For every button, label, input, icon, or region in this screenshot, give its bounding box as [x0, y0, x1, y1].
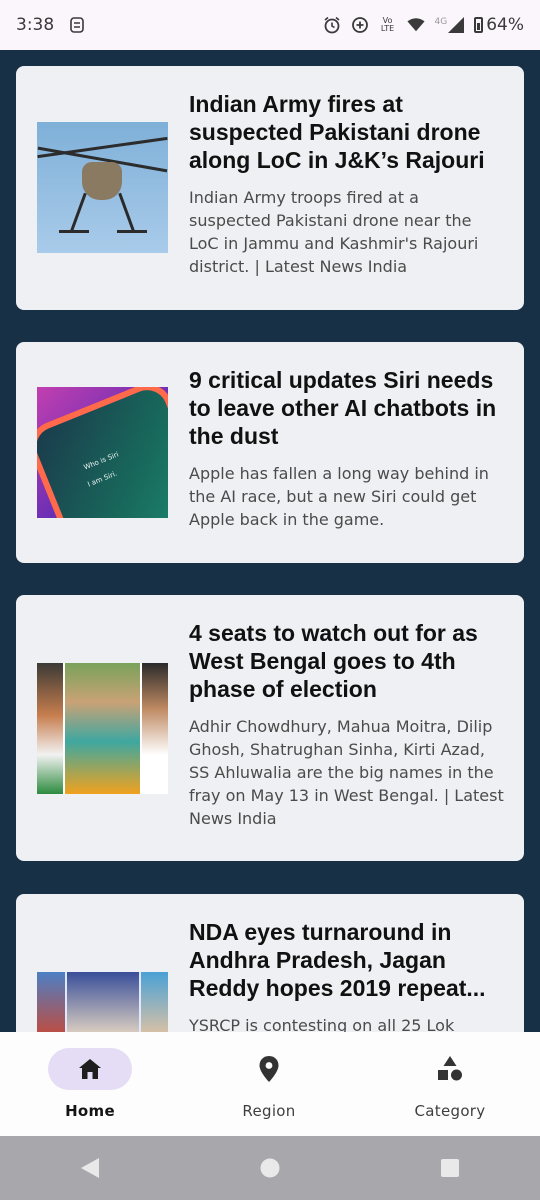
status-time: 3:38 — [16, 15, 55, 35]
article-title[interactable]: Indian Army fires at suspected Pakistani… — [189, 90, 504, 174]
volte-bottom-label: LTE — [380, 24, 395, 33]
battery-indicator: 64% — [474, 15, 524, 35]
nav-category-label[interactable]: Category — [360, 1102, 540, 1120]
article-thumbnail[interactable] — [37, 663, 168, 794]
system-navigation-bar — [0, 1136, 540, 1200]
nav-category[interactable]: Category — [360, 1048, 540, 1120]
sim-icon — [68, 16, 86, 34]
home-system-button[interactable] — [240, 1148, 300, 1188]
nav-home[interactable]: Home — [0, 1048, 180, 1120]
nav-region-label[interactable]: Region — [179, 1102, 359, 1120]
news-card[interactable]: 4 seats to watch out for as West Bengal … — [16, 595, 524, 861]
news-card[interactable]: NDA eyes turnaround in Andhra Pradesh, J… — [16, 894, 524, 1032]
nav-active-indicator[interactable] — [48, 1048, 132, 1090]
alarm-icon — [323, 16, 341, 34]
news-card[interactable]: Who is Siri I am Siri. 9 critical update… — [16, 342, 524, 563]
network-type-label: 4G — [434, 17, 448, 27]
recents-square-icon — [441, 1159, 459, 1177]
article-thumbnail[interactable] — [37, 122, 168, 253]
article-description: YSRCP is contesting on all 25 Lok — [189, 1016, 455, 1032]
home-icon — [79, 1059, 101, 1079]
news-card[interactable]: Indian Army fires at suspected Pakistani… — [16, 66, 524, 310]
recents-button[interactable] — [420, 1148, 480, 1188]
back-triangle-icon — [81, 1158, 99, 1178]
article-description: Indian Army troops fired at a suspected … — [189, 188, 479, 276]
article-description: Apple has fallen a long way behind in th… — [189, 464, 489, 529]
battery-icon — [474, 17, 484, 33]
home-circle-icon — [260, 1158, 280, 1178]
data-saver-icon — [351, 16, 369, 34]
cell-signal: 4G — [435, 17, 465, 33]
location-pin-icon — [259, 1056, 279, 1082]
article-title[interactable]: 9 critical updates Siri needs to leave o… — [189, 366, 504, 450]
wifi-icon — [406, 16, 425, 34]
battery-percent: 64% — [486, 15, 524, 35]
nav-home-label[interactable]: Home — [0, 1102, 180, 1120]
signal-icon — [448, 17, 465, 33]
category-shapes-icon — [438, 1056, 462, 1081]
article-description: Adhir Chowdhury, Mahua Moitra, Dilip Gho… — [189, 717, 504, 828]
back-button[interactable] — [60, 1148, 120, 1188]
status-bar: 3:38 Vo LTE 4G 64% — [0, 0, 540, 50]
article-thumbnail[interactable] — [37, 972, 168, 1032]
nav-region[interactable]: Region — [179, 1048, 359, 1120]
bottom-navigation: Home Region Category — [0, 1032, 540, 1136]
volte-icon: Vo LTE — [379, 16, 397, 34]
article-thumbnail[interactable]: Who is Siri I am Siri. — [37, 387, 168, 518]
article-title[interactable]: NDA eyes turnaround in Andhra Pradesh, J… — [189, 918, 504, 1002]
news-feed[interactable]: Indian Army fires at suspected Pakistani… — [0, 50, 540, 1032]
article-title[interactable]: 4 seats to watch out for as West Bengal … — [189, 619, 504, 703]
